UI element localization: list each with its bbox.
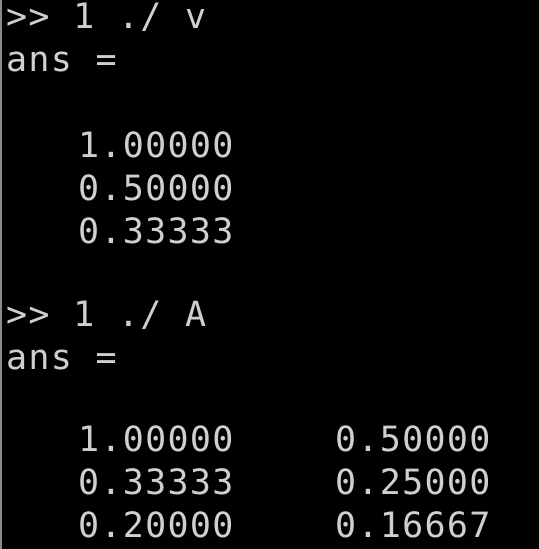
A-result-r1-c2: 0.50000 xyxy=(335,420,492,460)
ans-label-1: ans = xyxy=(6,40,118,80)
A-result-r1-c1: 1.00000 xyxy=(78,420,235,460)
ans-label-2: ans = xyxy=(6,338,118,378)
command-line-1: >> 1 ./ v xyxy=(6,0,208,37)
A-result-r2-c1: 0.33333 xyxy=(78,463,235,503)
v-result-row-1: 1.00000 xyxy=(78,126,235,166)
A-result-r2-c2: 0.25000 xyxy=(335,463,492,503)
command-line-2: >> 1 ./ A xyxy=(6,295,208,335)
A-result-r3-c2: 0.16667 xyxy=(335,506,492,546)
v-result-row-3: 0.33333 xyxy=(78,212,235,252)
terminal-window[interactable]: >> 1 ./ v ans = 1.00000 0.50000 0.33333 … xyxy=(0,0,539,549)
window-left-border xyxy=(0,0,2,549)
v-result-row-2: 0.50000 xyxy=(78,169,235,209)
A-result-r3-c1: 0.20000 xyxy=(78,506,235,546)
